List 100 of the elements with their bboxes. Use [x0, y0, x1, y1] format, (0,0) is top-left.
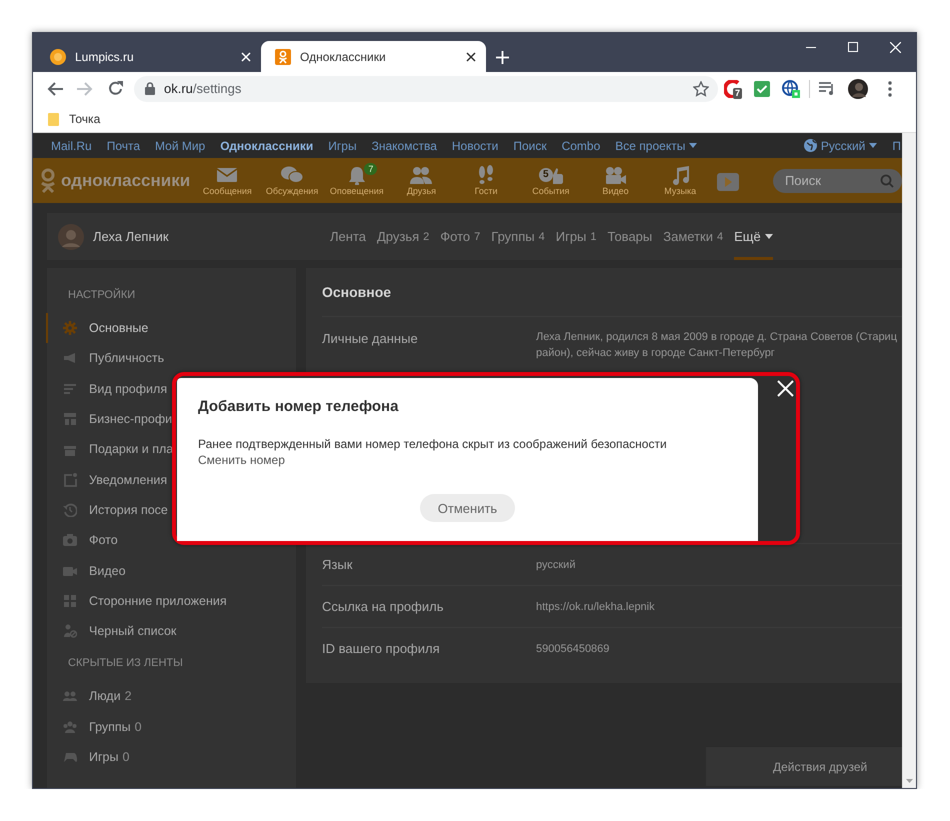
close-icon[interactable] — [890, 42, 900, 52]
language-link[interactable]: Русский — [804, 138, 878, 152]
ok-logo-icon — [275, 48, 291, 64]
portal-link[interactable]: Combo — [562, 138, 600, 152]
sidebar-item[interactable]: Публичность — [46, 343, 296, 374]
megaphone-icon — [63, 351, 77, 366]
sidebar-item[interactable]: Видео — [46, 555, 296, 586]
field-label: ID вашего профиля — [322, 640, 441, 658]
chat-icon — [280, 165, 304, 185]
sidebar-item[interactable]: Игры 0 — [46, 742, 296, 772]
notification-count: 7 — [364, 163, 378, 175]
profile-tab[interactable]: Ещё — [734, 213, 773, 260]
portal-link[interactable]: П — [892, 138, 901, 152]
avatar[interactable] — [848, 78, 868, 98]
nav-item[interactable]: Оповещения 7 — [324, 165, 390, 196]
store-icon — [63, 412, 77, 426]
circle-icon — [50, 48, 66, 64]
portal-link[interactable]: Поиск — [513, 138, 547, 152]
profile-tab[interactable]: Заметки 4 — [663, 213, 724, 260]
sidebar-item[interactable]: Черный список — [46, 616, 296, 646]
people-icon — [63, 689, 77, 704]
back-icon[interactable] — [47, 82, 63, 96]
dialog-title: Добавить номер телефона — [198, 397, 398, 417]
field-value: 590056450869 — [536, 642, 610, 656]
nav-item[interactable]: Видео — [583, 165, 648, 196]
nav-item[interactable]: Музыка — [648, 165, 713, 196]
nav-item[interactable]: Гости — [454, 165, 518, 196]
browser-tab[interactable]: Одноклассники — [261, 41, 486, 72]
group-icon — [63, 720, 77, 734]
field-label: Язык — [322, 556, 354, 574]
section-title: Основное — [322, 283, 392, 302]
close-tab-icon[interactable] — [466, 52, 476, 62]
cancel-button[interactable]: Отменить — [420, 494, 515, 522]
nav-item[interactable]: 5 События — [518, 165, 584, 196]
grid-icon — [63, 594, 77, 608]
portal-link[interactable]: Все проекты — [615, 138, 698, 152]
portal-link[interactable]: Новости — [452, 138, 498, 152]
profile-tab[interactable]: Группы 4 — [491, 213, 545, 260]
portal-link[interactable]: Игры — [328, 138, 357, 152]
sidebar-item[interactable]: Группы 0 — [46, 712, 296, 742]
field-label: Личные данные — [322, 330, 419, 348]
portal-link[interactable]: Одноклассники — [220, 138, 314, 152]
browser-tab[interactable]: Lumpics.ru — [36, 41, 261, 72]
logo-text: одноклассники — [61, 170, 190, 190]
sidebar-item[interactable]: Сторонние приложения — [46, 586, 296, 616]
lines-icon — [63, 382, 77, 396]
more-icon[interactable] — [888, 80, 892, 96]
new-tab-icon[interactable] — [496, 51, 509, 64]
gear-icon — [63, 321, 77, 336]
profile-tab[interactable]: Лента — [330, 213, 366, 260]
notification-icon — [63, 472, 77, 487]
panel-title: Действия друзей — [773, 760, 868, 774]
star-icon[interactable] — [693, 80, 709, 96]
nav-item[interactable]: Друзья — [389, 165, 454, 196]
sidebar-item[interactable]: Люди 2 — [46, 681, 296, 712]
profile-tab[interactable]: Товары — [608, 213, 652, 260]
ok-logo-icon — [39, 168, 57, 194]
checkmark-icon[interactable] — [754, 80, 770, 96]
search-field[interactable]: Поиск — [772, 168, 902, 192]
field-value: район), сейчас живу в городе Санкт-Петербург — [536, 346, 776, 361]
folder-icon — [48, 112, 59, 126]
gamepad-icon — [63, 750, 77, 764]
portal-link[interactable]: Мой Мир — [155, 138, 206, 152]
profile-name[interactable]: Леха Лепник — [93, 229, 330, 244]
profile-tab[interactable]: Игры 1 — [556, 213, 597, 260]
url-text[interactable]: ok.ru/settings — [164, 81, 684, 96]
address-bar[interactable]: ok.ru/settings — [134, 76, 718, 102]
scrollbar[interactable] — [902, 133, 916, 788]
video-camera-icon — [603, 165, 628, 185]
lock-icon — [145, 82, 155, 95]
envelope-icon — [215, 165, 240, 185]
ring-icon[interactable] — [724, 80, 742, 98]
globe-icon[interactable] — [782, 80, 800, 98]
caret-icon — [869, 143, 878, 148]
thumb-icon — [552, 166, 563, 184]
blocked-user-icon — [63, 624, 77, 638]
reload-icon[interactable] — [108, 81, 122, 96]
profile-tab[interactable]: Фото 7 — [440, 213, 480, 260]
notification-count: 7 — [733, 88, 742, 98]
nav-item[interactable]: Обсуждения — [260, 165, 324, 196]
maximize-icon[interactable] — [848, 42, 858, 52]
portal-link[interactable]: Mail.Ru — [51, 138, 92, 152]
camera-icon — [63, 533, 77, 548]
nav-item[interactable]: Сообщения — [195, 165, 260, 196]
close-icon[interactable] — [777, 380, 794, 397]
sidebar-item[interactable]: Основные — [46, 313, 296, 344]
portal-link[interactable]: Почта — [106, 138, 140, 152]
portal-link[interactable]: Знакомства — [372, 138, 437, 152]
profile-tab[interactable]: Друзья 2 — [376, 213, 430, 260]
dialog-message: Ранее подтвержденный вами номер телефона скрыт из соображений безопасности — [198, 436, 667, 452]
playlist-icon[interactable] — [819, 82, 835, 95]
section-heading: СКРЫТЫЕ ИЗ ЛЕНТЫ — [67, 656, 184, 670]
bookmark[interactable]: Точка — [48, 112, 100, 126]
friends-icon — [409, 165, 434, 185]
change-number-link[interactable]: Сменить номер — [198, 452, 285, 468]
field-value: Леха Лепник, родился 8 мая 2009 в городе д. Страна Советов (Стариц — [536, 330, 898, 345]
field-value: https://ok.ru/lekha.lepnik — [536, 600, 655, 614]
history-icon — [63, 502, 77, 517]
section-heading: НАСТРОЙКИ — [67, 288, 136, 302]
field-label: Ссылка на профиль — [322, 598, 444, 616]
